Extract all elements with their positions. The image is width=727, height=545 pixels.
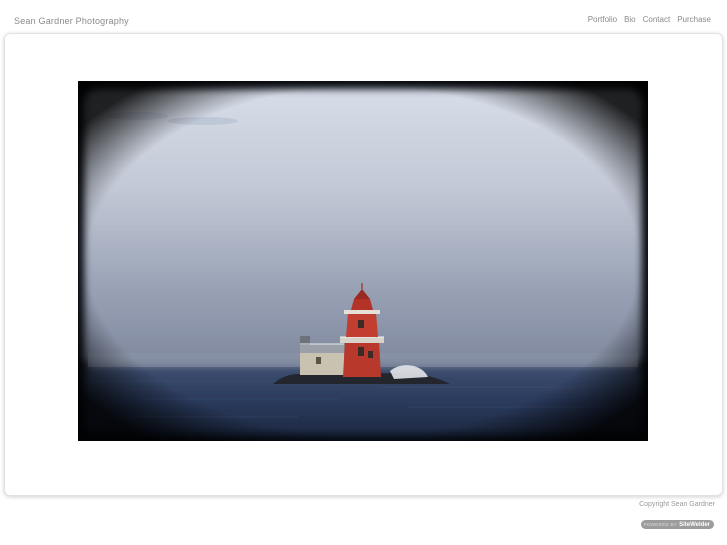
badge-brand: SiteWelder [679, 521, 710, 528]
nav-contact[interactable]: Contact [643, 15, 671, 24]
nav-portfolio[interactable]: Portfolio [588, 15, 617, 24]
main-nav: Portfolio Bio Contact Purchase [588, 15, 711, 24]
site-title[interactable]: Sean Gardner Photography [14, 16, 129, 26]
copyright-text: Copyright Sean Gardner [639, 501, 715, 508]
badge-prefix: POWERED BY [643, 522, 678, 527]
lighthouse-photo[interactable] [78, 81, 648, 441]
nav-bio[interactable]: Bio [624, 15, 636, 24]
photo-svg [78, 81, 648, 441]
sitewelder-badge[interactable]: POWERED BY SiteWelder [641, 520, 714, 529]
nav-purchase[interactable]: Purchase [677, 15, 711, 24]
